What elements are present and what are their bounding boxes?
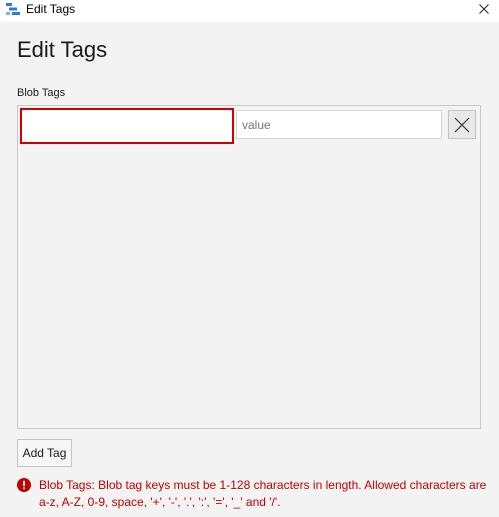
- tag-value-input[interactable]: [236, 110, 442, 139]
- window-close-button[interactable]: [469, 0, 499, 18]
- error-message: Blob Tags: Blob tag keys must be 1-128 c…: [39, 478, 487, 509]
- error-icon: [17, 478, 31, 492]
- title-bar: Edit Tags: [0, 0, 499, 22]
- add-tag-button[interactable]: Add Tag: [17, 439, 72, 467]
- storage-explorer-icon: [6, 2, 20, 16]
- page-title: Edit Tags: [17, 37, 108, 62]
- remove-tag-button[interactable]: [448, 110, 476, 139]
- dialog-body: Edit Tags Blob Tags Add Tag Blob Tags: B…: [0, 22, 499, 517]
- tag-key-input[interactable]: [20, 108, 234, 144]
- blob-tags-label: Blob Tags: [17, 87, 66, 99]
- close-icon: [479, 4, 489, 14]
- edit-tags-window: Edit Tags Edit Tags Blob Tags Add Tag: [0, 0, 499, 517]
- tag-list: [17, 105, 481, 429]
- close-icon: [454, 117, 470, 132]
- window-title: Edit Tags: [26, 2, 76, 16]
